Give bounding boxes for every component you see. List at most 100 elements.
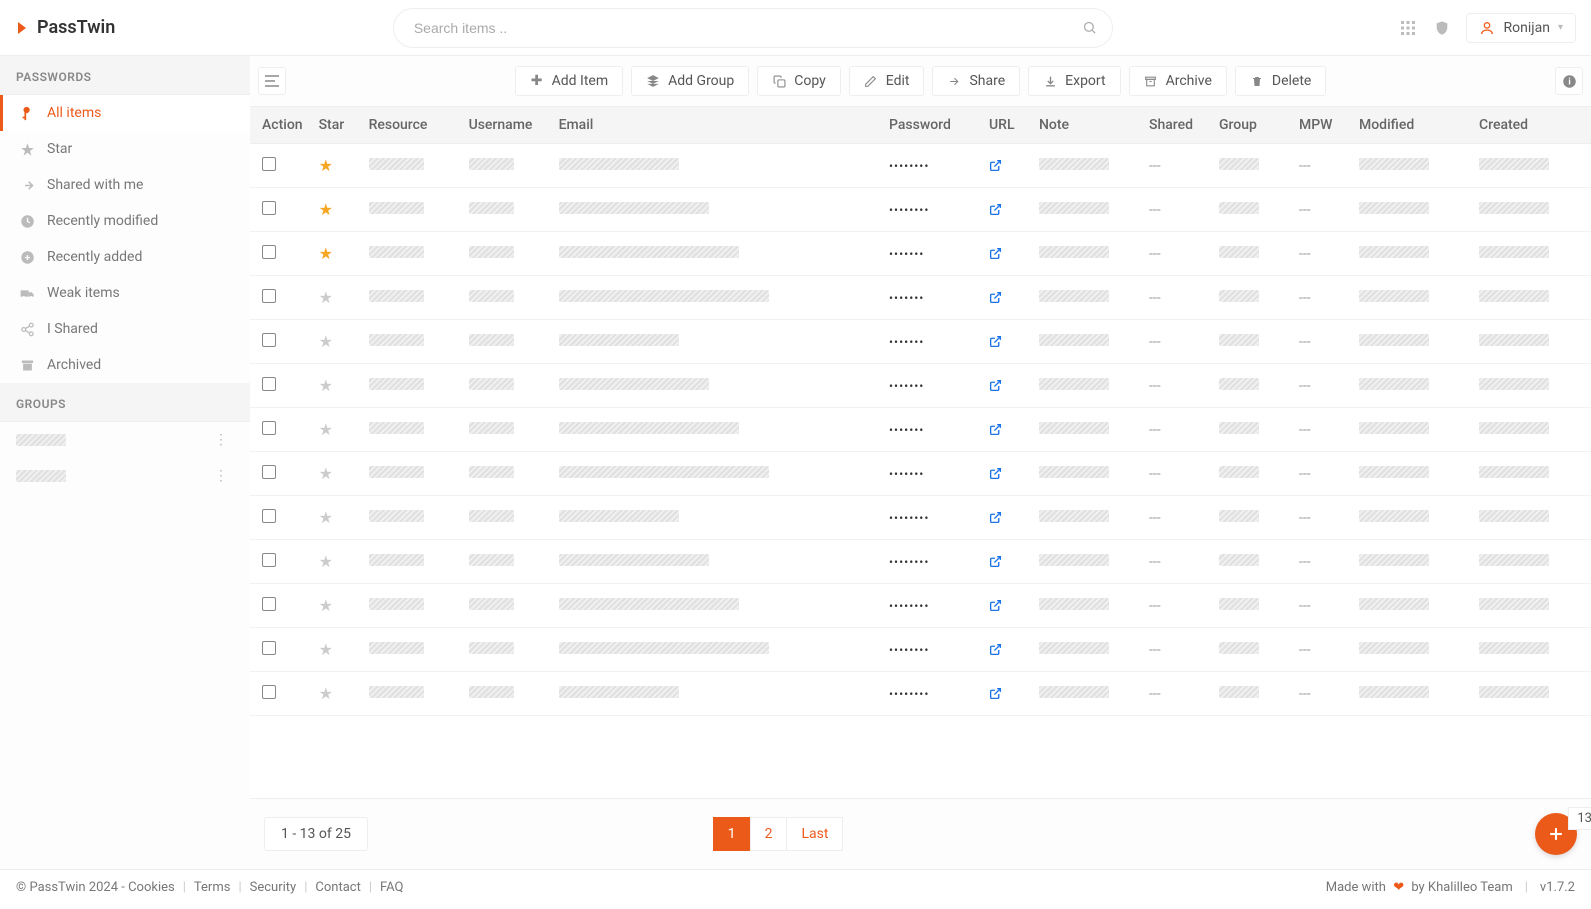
- url-link-icon[interactable]: [989, 554, 1002, 570]
- star-icon[interactable]: ★: [319, 420, 333, 439]
- search-wrap: [393, 8, 1113, 48]
- password-masked[interactable]: ••••••••: [889, 687, 929, 701]
- url-link-icon[interactable]: [989, 334, 1002, 350]
- add-item-button[interactable]: ✚Add Item: [515, 66, 624, 96]
- modified-redacted: [1359, 158, 1429, 170]
- password-masked[interactable]: •••••••: [889, 467, 924, 481]
- sidebar-item-shared-with-me[interactable]: Shared with me: [0, 167, 250, 203]
- footer-security-link[interactable]: Security: [250, 880, 297, 895]
- url-link-icon[interactable]: [989, 378, 1002, 394]
- apps-icon[interactable]: [1398, 19, 1418, 35]
- info-button[interactable]: i: [1555, 67, 1583, 95]
- star-icon[interactable]: ★: [319, 288, 333, 307]
- add-group-button[interactable]: Add Group: [631, 66, 749, 96]
- password-masked[interactable]: •••••••: [889, 423, 924, 437]
- password-masked[interactable]: •••••••: [889, 335, 924, 349]
- email-redacted: [559, 246, 739, 258]
- table-row: ★••••••••------: [250, 496, 1591, 540]
- row-checkbox[interactable]: [262, 245, 276, 259]
- table-wrap: Action Star Resource Username Email Pass…: [250, 107, 1591, 798]
- row-checkbox[interactable]: [262, 421, 276, 435]
- url-link-icon[interactable]: [989, 466, 1002, 482]
- password-masked[interactable]: ••••••••: [889, 643, 929, 657]
- password-masked[interactable]: ••••••••: [889, 159, 929, 173]
- star-icon[interactable]: ★: [319, 684, 333, 703]
- footer-terms-link[interactable]: Terms: [194, 880, 231, 895]
- search-icon[interactable]: [1082, 20, 1097, 36]
- row-checkbox[interactable]: [262, 641, 276, 655]
- password-masked[interactable]: ••••••••: [889, 555, 929, 569]
- logo[interactable]: PassTwin: [15, 17, 250, 38]
- star-icon[interactable]: ★: [319, 156, 333, 175]
- group-menu-icon[interactable]: ⋮: [208, 432, 234, 448]
- share-button[interactable]: Share: [932, 66, 1020, 96]
- url-link-icon[interactable]: [989, 158, 1002, 174]
- sidebar-item-i-shared[interactable]: I Shared: [0, 311, 250, 347]
- menu-toggle-button[interactable]: [258, 67, 286, 95]
- star-icon[interactable]: ★: [319, 596, 333, 615]
- created-redacted: [1479, 686, 1549, 698]
- row-checkbox[interactable]: [262, 685, 276, 699]
- url-link-icon[interactable]: [989, 642, 1002, 658]
- export-button[interactable]: Export: [1028, 66, 1120, 96]
- shield-icon[interactable]: [1432, 19, 1452, 35]
- footer-by: by Khalilleo Team: [1411, 880, 1512, 895]
- star-icon[interactable]: ★: [319, 640, 333, 659]
- url-link-icon[interactable]: [989, 510, 1002, 526]
- password-masked[interactable]: ••••••••: [889, 203, 929, 217]
- star-icon[interactable]: ★: [319, 332, 333, 351]
- search-input[interactable]: [393, 8, 1113, 48]
- sidebar-item-all-items[interactable]: All items: [0, 95, 250, 131]
- user-menu-button[interactable]: Ronijan ▾: [1466, 13, 1575, 43]
- sidebar-item-recently-modified[interactable]: Recently modified: [0, 203, 250, 239]
- note-redacted: [1039, 334, 1109, 346]
- copy-button[interactable]: Copy: [757, 66, 841, 96]
- star-icon[interactable]: ★: [319, 464, 333, 483]
- footer-contact-link[interactable]: Contact: [315, 880, 360, 895]
- password-masked[interactable]: •••••••: [889, 291, 924, 305]
- page-last[interactable]: Last: [786, 817, 843, 851]
- archive-button[interactable]: Archive: [1129, 66, 1227, 96]
- sidebar-item-archived[interactable]: Archived: [0, 347, 250, 383]
- footer-cookies-link[interactable]: Cookies: [128, 880, 175, 895]
- url-link-icon[interactable]: [989, 422, 1002, 438]
- url-link-icon[interactable]: [989, 290, 1002, 306]
- url-link-icon[interactable]: [989, 202, 1002, 218]
- resource-redacted: [369, 202, 424, 214]
- page-1[interactable]: 1: [713, 817, 751, 851]
- row-checkbox[interactable]: [262, 465, 276, 479]
- password-masked[interactable]: ••••••••: [889, 511, 929, 525]
- footer-faq-link[interactable]: FAQ: [380, 880, 403, 895]
- sidebar: PASSWORDS All itemsStarShared with meRec…: [0, 56, 250, 869]
- sidebar-item-star[interactable]: Star: [0, 131, 250, 167]
- sidebar-item-recently-added[interactable]: Recently added: [0, 239, 250, 275]
- row-checkbox[interactable]: [262, 377, 276, 391]
- page-2[interactable]: 2: [750, 817, 788, 851]
- row-checkbox[interactable]: [262, 553, 276, 567]
- sidebar-item-weak-items[interactable]: Weak items: [0, 275, 250, 311]
- star-icon[interactable]: ★: [319, 244, 333, 263]
- row-checkbox[interactable]: [262, 157, 276, 171]
- row-checkbox[interactable]: [262, 333, 276, 347]
- url-link-icon[interactable]: [989, 598, 1002, 614]
- created-redacted: [1479, 466, 1549, 478]
- password-masked[interactable]: •••••••: [889, 379, 924, 393]
- sidebar-group-item[interactable]: ⋮: [0, 422, 250, 458]
- row-checkbox[interactable]: [262, 597, 276, 611]
- password-masked[interactable]: ••••••••: [889, 599, 929, 613]
- row-checkbox[interactable]: [262, 289, 276, 303]
- url-link-icon[interactable]: [989, 246, 1002, 262]
- row-checkbox[interactable]: [262, 509, 276, 523]
- url-link-icon[interactable]: [989, 686, 1002, 702]
- delete-button[interactable]: Delete: [1235, 66, 1326, 96]
- star-icon[interactable]: ★: [319, 552, 333, 571]
- edit-button[interactable]: Edit: [849, 66, 925, 96]
- star-icon[interactable]: ★: [319, 200, 333, 219]
- password-masked[interactable]: •••••••: [889, 247, 924, 261]
- row-checkbox[interactable]: [262, 201, 276, 215]
- shared-value: ---: [1149, 158, 1161, 174]
- sidebar-group-item[interactable]: ⋮: [0, 458, 250, 494]
- group-menu-icon[interactable]: ⋮: [208, 468, 234, 484]
- star-icon[interactable]: ★: [319, 508, 333, 527]
- star-icon[interactable]: ★: [319, 376, 333, 395]
